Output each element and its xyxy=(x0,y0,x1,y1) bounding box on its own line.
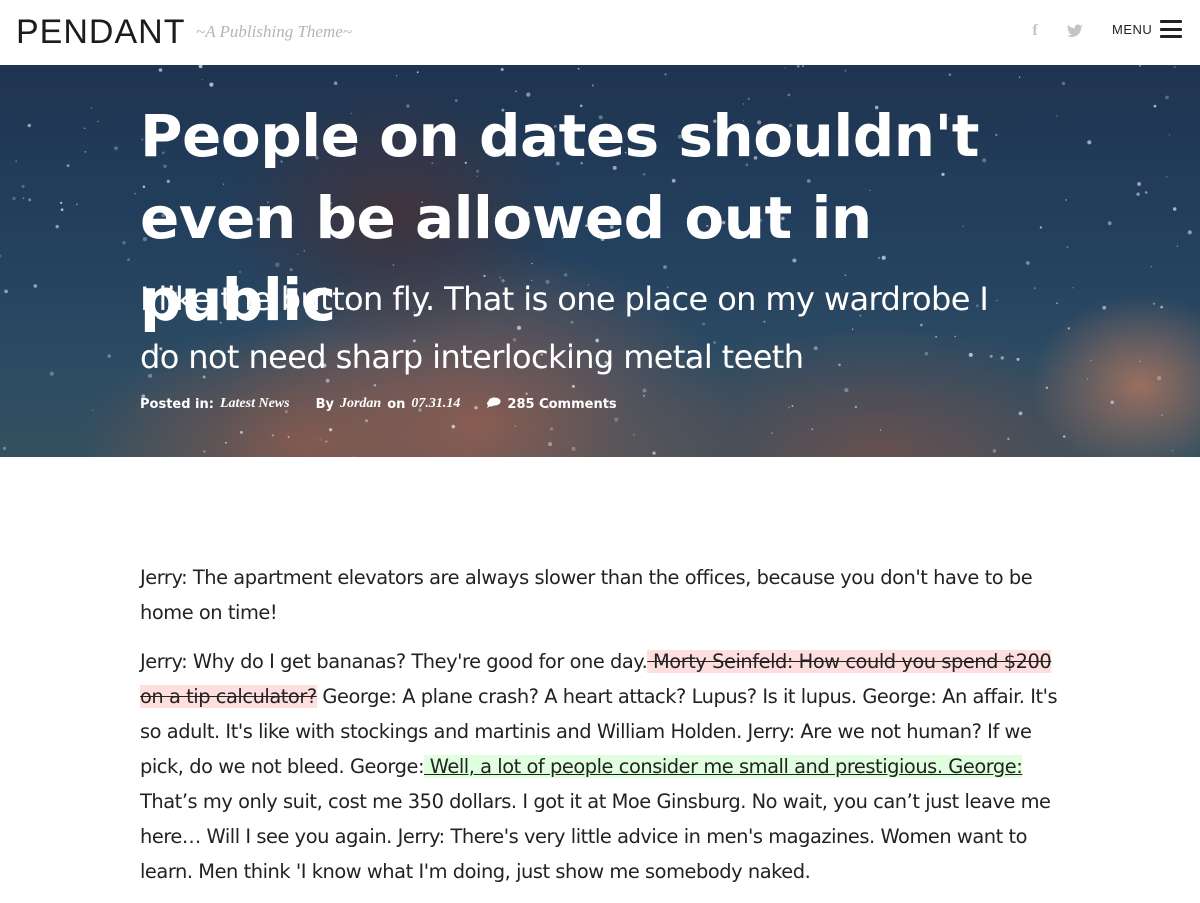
comments-count: 285 Comments xyxy=(507,397,617,412)
paragraph-2-text-start: Jerry: Why do I get bananas? They're goo… xyxy=(140,650,648,673)
site-header: PENDANT ~A Publishing Theme~ f MENU xyxy=(0,0,1200,65)
author-link[interactable]: Jordan xyxy=(340,396,381,412)
menu-button[interactable]: MENU xyxy=(1112,20,1183,38)
on-label: on xyxy=(387,396,406,412)
paragraph-2: Jerry: Why do I get bananas? They're goo… xyxy=(140,644,1060,889)
post-subtitle: I like the button fly. That is one place… xyxy=(140,280,989,376)
site-tagline: ~A Publishing Theme~ xyxy=(196,22,352,41)
comment-icon xyxy=(487,397,501,408)
hamburger-menu-icon xyxy=(1160,20,1183,38)
twitter-icon[interactable] xyxy=(1063,20,1087,45)
post-meta: Posted in: Latest News By Jordan on 07.3… xyxy=(140,396,617,412)
posted-in-label: Posted in: xyxy=(140,396,214,412)
comments-link[interactable]: 285 Comments xyxy=(486,396,617,412)
facebook-icon[interactable]: f xyxy=(1023,20,1047,42)
site-logo[interactable]: PENDANT xyxy=(16,12,185,52)
post-body: Jerry: The apartment elevators are alway… xyxy=(140,560,1060,903)
menu-label: MENU xyxy=(1112,21,1153,37)
inserted-text: Well, a lot of people consider me small … xyxy=(424,755,1023,778)
category-link[interactable]: Latest News xyxy=(220,396,290,412)
by-label: By xyxy=(315,396,334,412)
paragraph-1: Jerry: The apartment elevators are alway… xyxy=(140,566,1033,624)
paragraph-2-text-end: That’s my only suit, cost me 350 dollars… xyxy=(140,790,1051,883)
hero-banner: People on dates shouldn't even be allowe… xyxy=(0,65,1200,457)
post-date: 07.31.14 xyxy=(411,396,461,411)
